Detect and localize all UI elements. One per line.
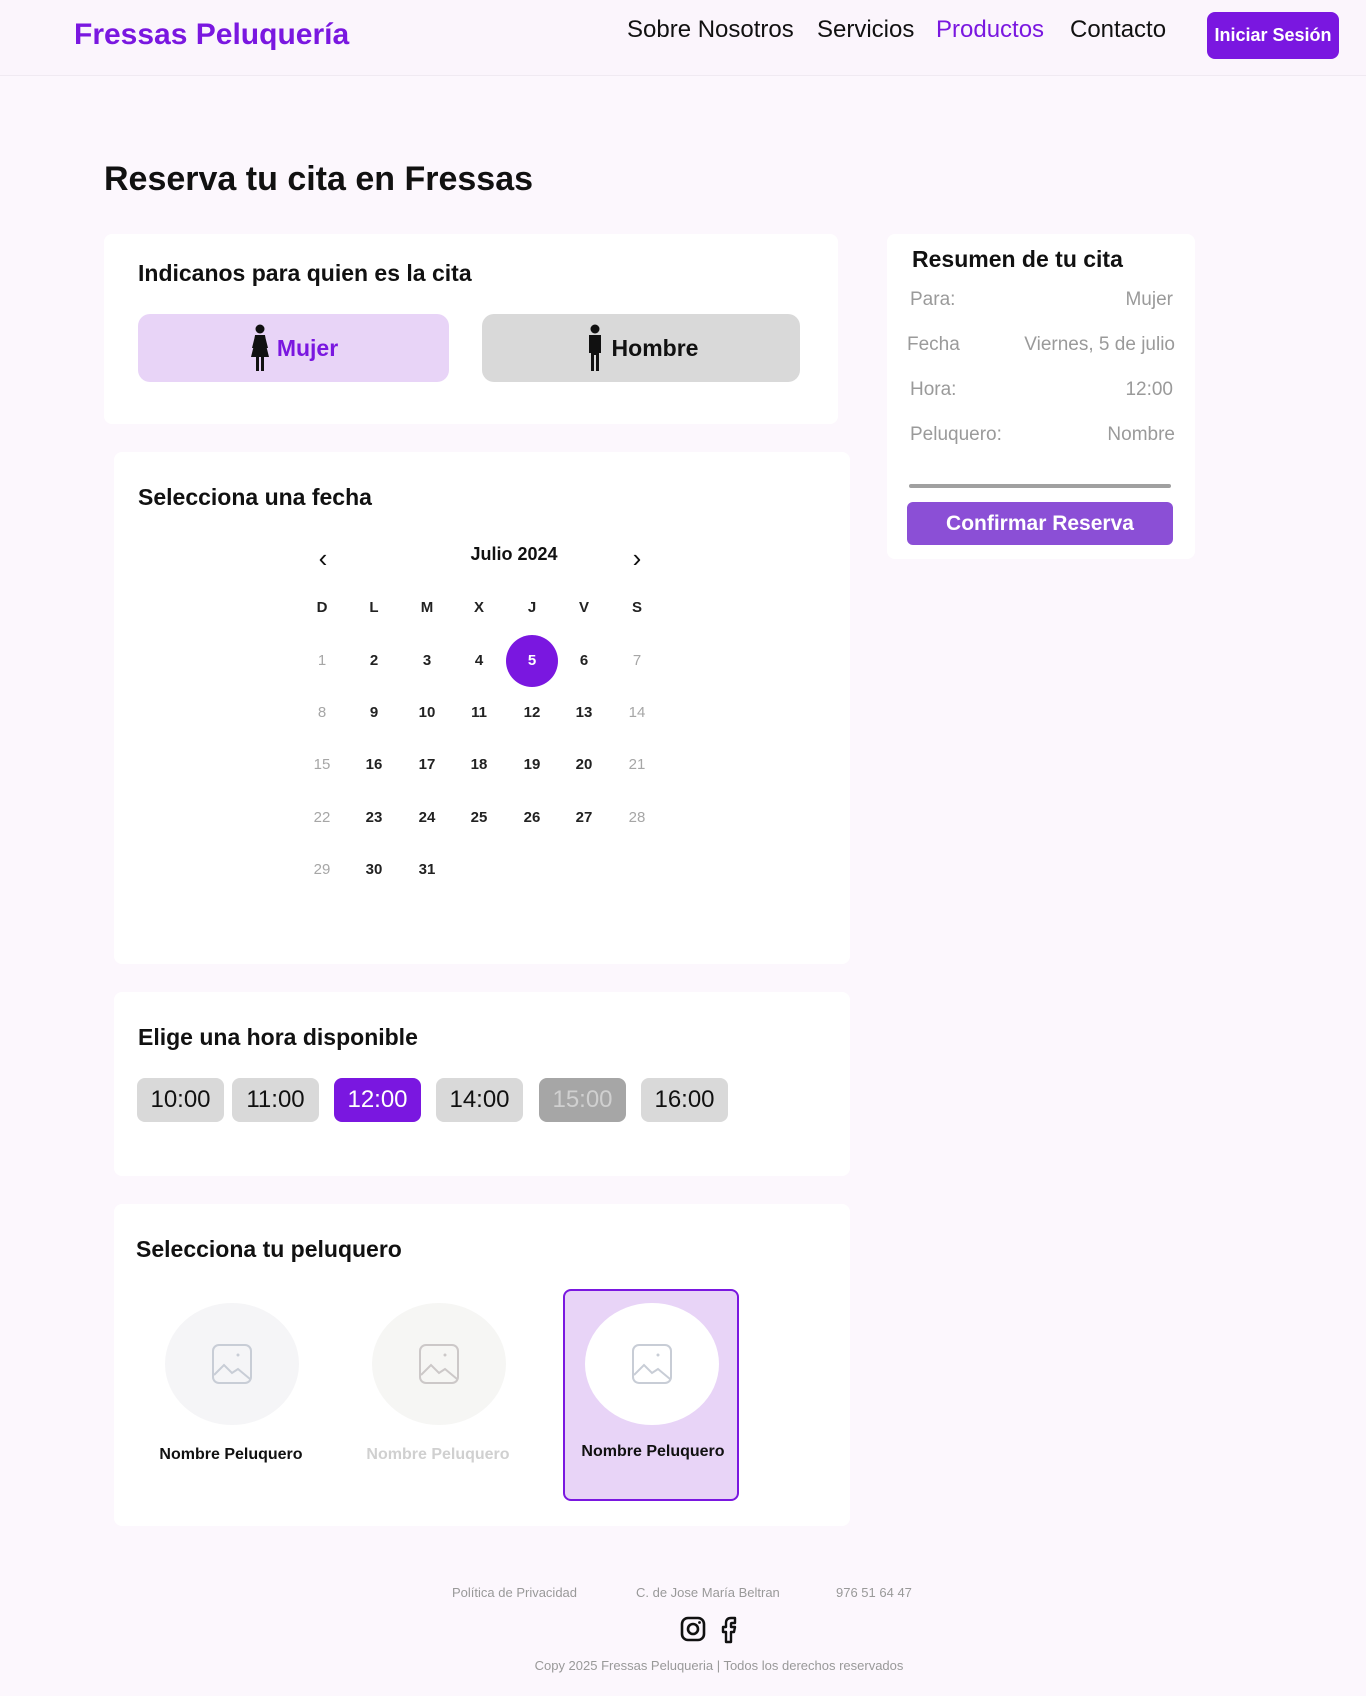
weekday-header: X (473, 599, 484, 616)
calendar-day[interactable]: 1 (296, 635, 348, 687)
time-slot-button[interactable]: 14:00 (436, 1078, 523, 1122)
avatar (165, 1303, 299, 1425)
stylist-option-selected[interactable]: Nombre Peluquero (563, 1289, 739, 1501)
calendar-day[interactable]: 12 (506, 687, 558, 739)
footer-copyright: Copy 2025 Fressas Peluqueria | Todos los… (534, 1658, 904, 1673)
calendar-day[interactable]: 31 (401, 844, 453, 896)
image-placeholder-icon (419, 1344, 459, 1384)
stylist-name: Nombre Peluquero (366, 1446, 510, 1463)
calendar-day[interactable]: 18 (453, 739, 505, 791)
nav-contacto[interactable]: Contacto (1070, 16, 1166, 44)
calendar-day[interactable]: 8 (296, 687, 348, 739)
calendar-day[interactable]: 23 (348, 792, 400, 844)
chevron-right-icon[interactable]: › (622, 544, 652, 574)
time-slot-selected[interactable]: 12:00 (334, 1078, 421, 1122)
calendar-day[interactable]: 24 (401, 792, 453, 844)
time-slot-button[interactable]: 10:00 (137, 1078, 224, 1122)
summary-divider (909, 484, 1171, 488)
summary-value-peluquero: Nombre (1107, 424, 1175, 445)
footer-address: C. de Jose María Beltran (636, 1585, 780, 1600)
calendar-day[interactable]: 30 (348, 844, 400, 896)
female-label: Mujer (276, 334, 339, 361)
top-header: Fressas Peluquería Sobre Nosotros Servic… (0, 0, 1366, 76)
calendar-day[interactable]: 22 (296, 792, 348, 844)
male-button[interactable]: Hombre (482, 314, 800, 382)
calendar-card: Selecciona una fecha ‹ Julio 2024 › D L … (114, 452, 850, 964)
weekday-header: M (420, 599, 434, 616)
weekday-header: D (316, 599, 328, 616)
brand-logo[interactable]: Fressas Peluquería (74, 18, 349, 52)
time-slot-disabled: 15:00 (539, 1078, 626, 1122)
weekday-header: L (369, 599, 379, 616)
calendar-day[interactable]: 9 (348, 687, 400, 739)
stylist-name: Nombre Peluquero (581, 1443, 725, 1460)
calendar-day[interactable]: 15 (296, 739, 348, 791)
nav-productos[interactable]: Productos (936, 16, 1044, 44)
calendar-day[interactable]: 6 (558, 635, 610, 687)
avatar (372, 1303, 506, 1425)
confirm-button[interactable]: Confirmar Reserva (907, 502, 1173, 545)
image-placeholder-icon (212, 1344, 252, 1384)
summary-value-fecha: Viernes, 5 de julio (1024, 334, 1175, 355)
calendar-day[interactable]: 19 (506, 739, 558, 791)
woman-icon (250, 324, 269, 371)
calendar-day[interactable]: 2 (348, 635, 400, 687)
calendar-day[interactable]: 25 (453, 792, 505, 844)
summary-label-hora: Hora: (910, 379, 957, 400)
summary-value-para: Mujer (1125, 289, 1173, 310)
calendar-month: Julio 2024 (470, 544, 558, 564)
stylist-title: Selecciona tu peluquero (136, 1236, 402, 1262)
time-slot-button[interactable]: 11:00 (232, 1078, 319, 1122)
man-icon (588, 324, 601, 371)
calendar-day[interactable]: 4 (453, 635, 505, 687)
facebook-icon[interactable] (714, 1614, 742, 1644)
instagram-icon[interactable] (679, 1614, 707, 1644)
avatar (585, 1303, 719, 1425)
calendar-day[interactable]: 13 (558, 687, 610, 739)
calendar-day[interactable]: 7 (611, 635, 663, 687)
calendar-day[interactable]: 29 (296, 844, 348, 896)
calendar-title: Selecciona una fecha (138, 484, 372, 510)
male-label: Hombre (611, 334, 699, 361)
nav-servicios[interactable]: Servicios (817, 16, 914, 44)
calendar-day[interactable]: 20 (558, 739, 610, 791)
calendar-day[interactable]: 17 (401, 739, 453, 791)
summary-title: Resumen de tu cita (912, 246, 1123, 272)
time-title: Elige una hora disponible (138, 1024, 418, 1050)
calendar-day[interactable]: 16 (348, 739, 400, 791)
summary-label-fecha: Fecha (907, 334, 960, 355)
stylist-card: Selecciona tu peluquero Nombre Peluquero… (114, 1204, 850, 1526)
calendar-day[interactable]: 10 (401, 687, 453, 739)
time-slot-button[interactable]: 16:00 (641, 1078, 728, 1122)
calendar-day-selected[interactable]: 5 (506, 635, 558, 687)
login-button[interactable]: Iniciar Sesión (1207, 12, 1339, 59)
footer-privacy-link[interactable]: Política de Privacidad (452, 1585, 577, 1600)
calendar-day[interactable]: 21 (611, 739, 663, 791)
chevron-left-icon[interactable]: ‹ (308, 544, 338, 574)
weekday-header: J (527, 599, 537, 616)
summary-label-peluquero: Peluquero: (910, 424, 1002, 445)
female-button[interactable]: Mujer (138, 314, 449, 382)
calendar-day[interactable]: 27 (558, 792, 610, 844)
gender-title: Indicanos para quien es la cita (138, 260, 472, 286)
stylist-option[interactable]: Nombre Peluquero (350, 1289, 526, 1501)
summary-label-para: Para: (910, 289, 956, 310)
summary-card: Resumen de tu cita Para: Mujer Fecha Vie… (887, 234, 1195, 559)
stylist-option[interactable]: Nombre Peluquero (143, 1289, 319, 1501)
nav-sobre-nosotros[interactable]: Sobre Nosotros (627, 16, 794, 44)
calendar-day[interactable]: 11 (453, 687, 505, 739)
calendar-day[interactable]: 28 (611, 792, 663, 844)
time-card: Elige una hora disponible 10:00 11:00 12… (114, 992, 850, 1176)
calendar-day[interactable]: 3 (401, 635, 453, 687)
stylist-name: Nombre Peluquero (159, 1446, 303, 1463)
weekday-header: V (578, 599, 589, 616)
gender-card: Indicanos para quien es la cita Mujer Ho… (104, 234, 838, 424)
calendar-day[interactable]: 26 (506, 792, 558, 844)
image-placeholder-icon (632, 1344, 672, 1384)
footer-phone: 976 51 64 47 (836, 1585, 912, 1600)
summary-value-hora: 12:00 (1125, 379, 1173, 400)
weekday-header: S (631, 599, 642, 616)
calendar-day[interactable]: 14 (611, 687, 663, 739)
page-title: Reserva tu cita en Fressas (104, 160, 534, 198)
